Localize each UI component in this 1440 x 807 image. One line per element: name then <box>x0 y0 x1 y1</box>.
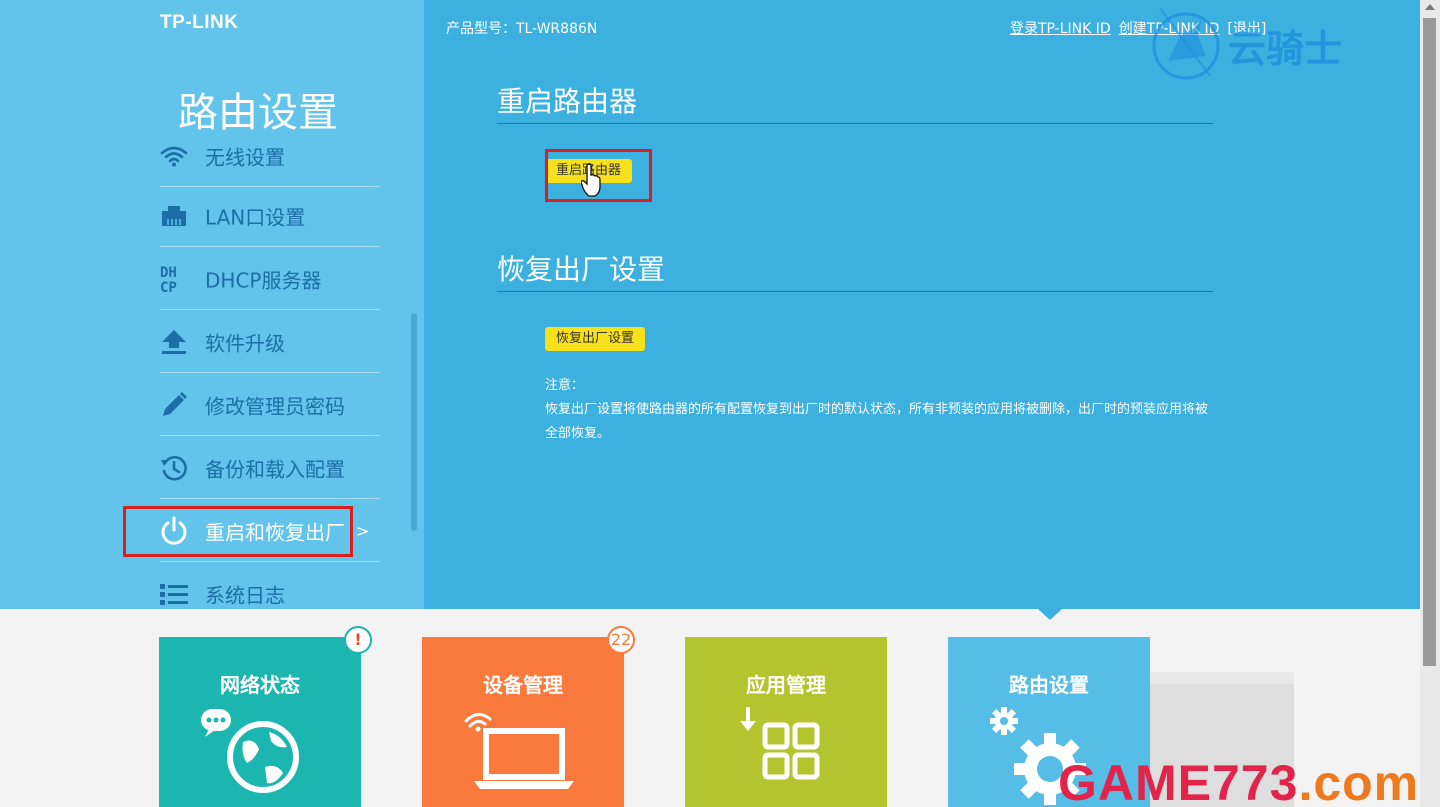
router-admin-page: TP-LINK 路由设置 无线设置 LAN口设置 DH CP DHCP服务器 软… <box>0 0 1440 807</box>
tp-link-logo: TP-LINK <box>160 12 239 33</box>
next-tile-ghost-top <box>1150 672 1294 684</box>
sidebar-item-label: DHCP服务器 <box>205 268 322 292</box>
dhcp-icon: DH CP <box>160 265 188 294</box>
globe-chat-icon <box>201 709 299 793</box>
svg-text:CP: CP <box>160 280 177 294</box>
watermark-main-text: GAME773 <box>1058 755 1299 807</box>
watermark-suffix-text: .com <box>1298 755 1420 807</box>
tile-app-management[interactable]: 应用管理 <box>685 637 887 807</box>
sidebar-item-wireless[interactable]: 无线设置 <box>160 125 380 187</box>
tile-label: 路由设置 <box>1009 673 1089 697</box>
note-text: 恢复出厂设置将使路由器的所有配置恢复到出厂时的默认状态，所有非预装的应用将被删除… <box>545 402 1209 441</box>
active-tile-pointer <box>1038 609 1062 620</box>
page-scrollbar[interactable] <box>1420 0 1440 807</box>
factory-reset-button[interactable]: 恢复出厂设置 <box>545 327 646 351</box>
sidebar-item-dhcp[interactable]: DH CP DHCP服务器 <box>160 248 380 310</box>
tile-count-badge: 22 <box>607 626 635 654</box>
note-title: 注意： <box>545 378 585 393</box>
laptop-wifi-icon <box>464 713 574 789</box>
tile-label: 应用管理 <box>746 673 826 697</box>
hand-cursor-icon <box>580 163 601 203</box>
sidebar-item-label: 无线设置 <box>205 145 285 169</box>
pencil-icon <box>160 391 188 419</box>
section-divider <box>497 291 1213 292</box>
scroll-up-arrow-icon[interactable] <box>1425 4 1435 10</box>
apps-grid-icon <box>740 707 820 780</box>
ethernet-icon <box>160 202 188 230</box>
sidebar-item-label: 修改管理员密码 <box>205 394 345 418</box>
tile-network-status[interactable]: 网络状态 <box>159 637 361 807</box>
section-divider <box>497 123 1213 124</box>
list-icon <box>160 580 188 608</box>
sidebar-item-label: 备份和载入配置 <box>205 457 345 481</box>
scrollbar-thumb[interactable] <box>1423 18 1436 666</box>
reset-section-title: 恢复出厂设置 <box>497 253 666 286</box>
sidebar-item-label: LAN口设置 <box>205 205 306 229</box>
tile-label: 设备管理 <box>483 673 563 697</box>
wifi-icon <box>160 142 188 170</box>
login-link[interactable]: 登录TP-LINK ID <box>1010 21 1111 37</box>
sidebar-scrollbar[interactable] <box>411 313 417 531</box>
game773-watermark: GAME773.com <box>1058 754 1419 807</box>
history-icon <box>160 454 188 482</box>
tile-device-management[interactable]: 设备管理 <box>422 637 624 807</box>
sidebar-item-label: 软件升级 <box>205 331 285 355</box>
yunqishi-watermark-text: 云骑士 <box>1228 27 1343 71</box>
sidebar-item-syslog[interactable]: 系统日志 <box>160 563 380 625</box>
sidebar-item-lan[interactable]: LAN口设置 <box>160 185 380 247</box>
reboot-section-title: 重启路由器 <box>497 85 638 118</box>
upload-icon <box>160 328 188 356</box>
tile-label: 网络状态 <box>220 673 300 697</box>
highlight-box-menu <box>123 506 353 557</box>
sidebar-item-password[interactable]: 修改管理员密码 <box>160 374 380 436</box>
tile-alert-badge: ! <box>344 626 372 654</box>
sidebar-item-firmware[interactable]: 软件升级 <box>160 311 380 373</box>
sidebar-item-backup[interactable]: 备份和载入配置 <box>160 437 380 499</box>
chevron-right-icon: > <box>356 521 370 540</box>
sidebar: TP-LINK 路由设置 无线设置 LAN口设置 DH CP DHCP服务器 软… <box>0 0 424 609</box>
sidebar-item-label: 系统日志 <box>205 583 285 608</box>
product-model: 产品型号：TL-WR886N <box>446 21 598 37</box>
svg-text:DH: DH <box>160 265 177 281</box>
